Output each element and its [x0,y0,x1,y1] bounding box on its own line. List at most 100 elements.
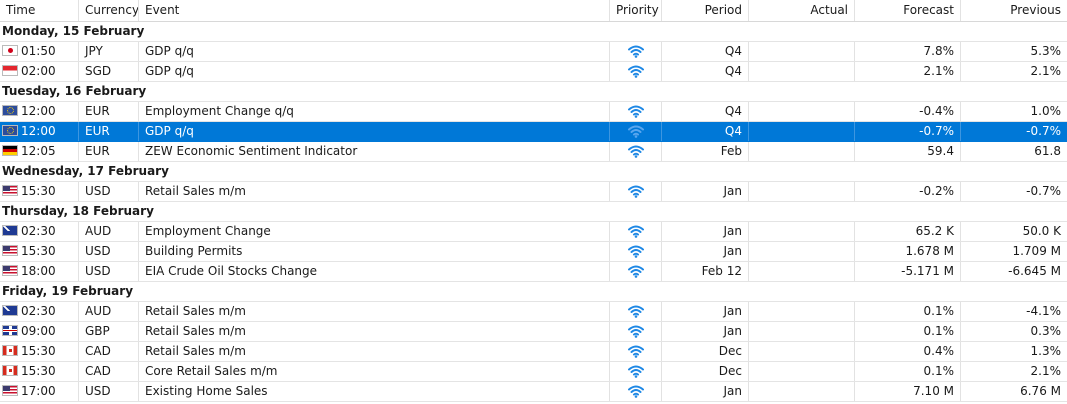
cell-currency: USD [79,242,139,261]
event-row[interactable]: 01:50 JPY GDP q/q Q4 7.8% 5.3% [0,42,1067,62]
cell-time: 15:30 [0,342,79,361]
event-row[interactable]: 18:00 USD EIA Crude Oil Stocks Change Feb 1… [0,262,1067,282]
cell-event: Retail Sales m/m [139,182,610,201]
cell-currency: EUR [79,142,139,161]
cell-previous: -0.7% [1026,184,1061,198]
cell-period: Dec [662,342,749,361]
cell-currency: CAD [79,362,139,381]
flag-us-icon [2,245,18,256]
cell-forecast: 0.4% [855,342,961,361]
event-row[interactable]: 12:00 EUR GDP q/q Q4 -0.7% -0.7% [0,122,1067,142]
flag-au-icon [2,305,18,316]
cell-actual [749,62,855,81]
date-group-label: Tuesday, 16 February [2,84,147,98]
cell-forecast: -0.2% [855,182,961,201]
cell-period: Q4 [662,62,749,81]
event-row[interactable]: 15:30 CAD Retail Sales m/m Dec 0.4% 1.3% [0,342,1067,362]
cell-currency: USD [79,262,139,281]
cell-previous: 2.1% [1030,64,1062,78]
cell-event: Employment Change q/q [139,102,610,121]
event-row[interactable]: 09:00 GBP Retail Sales m/m Jan 0.1% 0.3% [0,322,1067,342]
cell-forecast: -5.171 M [855,262,961,281]
date-group-row[interactable]: Friday, 19 February [0,282,1067,302]
cell-currency: USD [79,382,139,401]
column-header-period[interactable]: Period [662,0,749,21]
event-time: 09:00 [21,324,56,338]
column-header-time[interactable]: Time [0,0,79,21]
cell-period: Q4 [662,122,749,141]
date-group-row[interactable]: Wednesday, 17 February [0,162,1067,182]
event-time: 12:00 [21,124,56,138]
cell-forecast: 7.8% [855,42,961,61]
cell-forecast: 2.1% [855,62,961,81]
event-row[interactable]: 12:00 EUR Employment Change q/q Q4 -0.4% 1.0% [0,102,1067,122]
cell-currency: EUR [79,122,139,141]
cell-actual [749,342,855,361]
event-time: 15:30 [21,344,56,358]
flag-us-icon [2,385,18,396]
event-row[interactable]: 15:30 USD Building Permits Jan 1.678 M 1.709 … [0,242,1067,262]
event-time: 18:00 [21,264,56,278]
cell-previous: 1.709 M [1012,244,1061,258]
event-row[interactable]: 02:00 SGD GDP q/q Q4 2.1% 2.1% [0,62,1067,82]
cell-previous: -6.645 M [1008,264,1061,278]
cell-previous: 50.0 K [1022,224,1061,238]
cell-priority [610,222,662,241]
cell-actual [749,262,855,281]
column-header-previous[interactable]: Previous [961,0,1067,21]
column-header-priority[interactable]: Priority [610,0,662,21]
cell-actual [749,302,855,321]
date-group-row[interactable]: Thursday, 18 February [0,202,1067,222]
cell-forecast: -0.7% [855,122,961,141]
wifi-signal-icon [627,144,644,158]
cell-priority [610,322,662,341]
cell-actual [749,102,855,121]
event-row[interactable]: 12:05 EUR ZEW Economic Sentiment Indicator… [0,142,1067,162]
cell-previous: 5.3% [1030,44,1062,58]
cell-actual [749,362,855,381]
cell-event: GDP q/q [139,122,610,141]
cell-currency: GBP [79,322,139,341]
cell-time: 18:00 [0,262,79,281]
flag-eu-icon [2,125,18,136]
flag-ca-icon [2,345,18,356]
column-header-event[interactable]: Event [139,0,610,21]
cell-time: 01:50 [0,42,79,61]
column-header-forecast[interactable]: Forecast [855,0,961,21]
cell-period: Jan [662,322,749,341]
cell-event: Core Retail Sales m/m [139,362,610,381]
cell-time: 02:00 [0,62,79,81]
date-group-row[interactable]: Monday, 15 February [0,22,1067,42]
event-row[interactable]: 15:30 CAD Core Retail Sales m/m Dec 0.1% 2.1% [0,362,1067,382]
date-group-label: Friday, 19 February [2,284,134,298]
cell-priority [610,142,662,161]
wifi-signal-icon [627,184,644,198]
event-row[interactable]: 02:30 AUD Employment Change Jan 65.2 K 50.0 K [0,222,1067,242]
wifi-signal-icon [627,64,644,78]
cell-forecast: 0.1% [855,362,961,381]
cell-period: Jan [662,302,749,321]
calendar-table-body: Monday, 15 February 01:50 JPY GDP q/q Q4 7.8%… [0,22,1067,402]
flag-ca-icon [2,365,18,376]
column-header-actual[interactable]: Actual [749,0,855,21]
flag-us-icon [2,265,18,276]
event-row[interactable]: 02:30 AUD Retail Sales m/m Jan 0.1% -4.1% [0,302,1067,322]
cell-time: 02:30 [0,222,79,241]
date-group-row[interactable]: Tuesday, 16 February [0,82,1067,102]
wifi-signal-icon [627,44,644,58]
cell-time: 15:30 [0,182,79,201]
flag-au-icon [2,225,18,236]
cell-currency: JPY [79,42,139,61]
flag-jp-icon [2,45,18,56]
event-row[interactable]: 17:00 USD Existing Home Sales Jan 7.10 M 6.76… [0,382,1067,402]
column-header-currency[interactable]: Currency [79,0,139,21]
event-row[interactable]: 15:30 USD Retail Sales m/m Jan -0.2% -0.7% [0,182,1067,202]
cell-previous: -0.7% [1026,124,1061,138]
cell-priority [610,42,662,61]
event-time: 15:30 [21,364,56,378]
cell-period: Jan [662,382,749,401]
date-group-label: Monday, 15 February [2,24,145,38]
cell-time: 02:30 [0,302,79,321]
cell-priority [610,342,662,361]
cell-event: Retail Sales m/m [139,302,610,321]
